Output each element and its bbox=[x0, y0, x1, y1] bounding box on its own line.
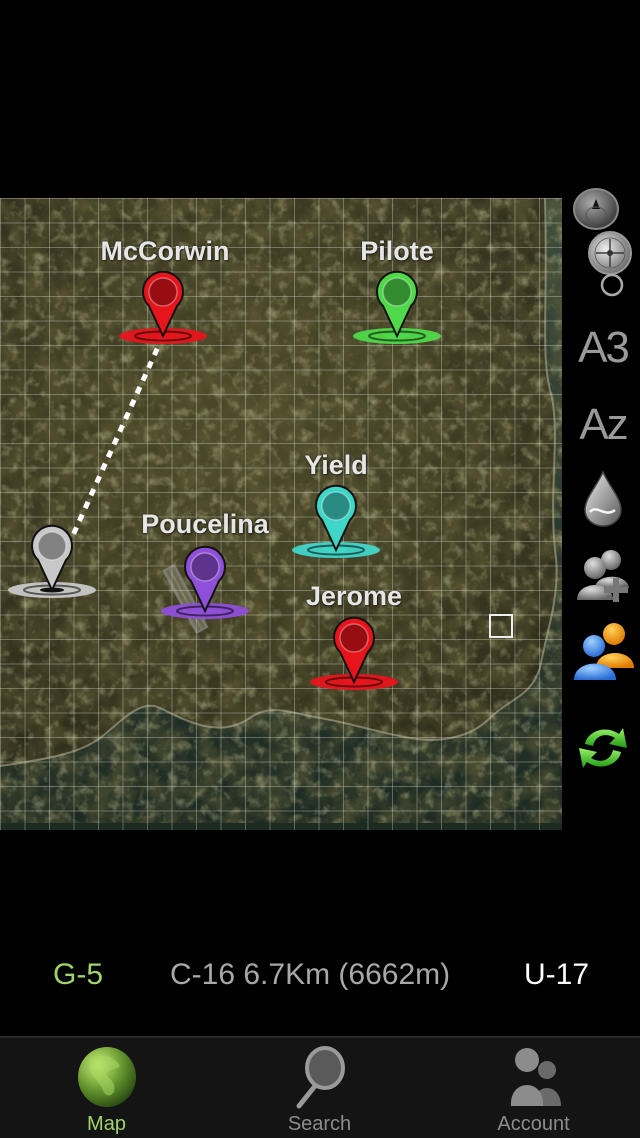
add-user-icon bbox=[577, 550, 629, 602]
compass-icon bbox=[573, 187, 632, 296]
map-pin-self[interactable] bbox=[7, 522, 97, 602]
map-pin-icon bbox=[310, 616, 398, 690]
map-pin-poucelina[interactable] bbox=[160, 543, 250, 623]
tab-account[interactable]: Account bbox=[427, 1038, 640, 1138]
tab-bar: Map Search Account bbox=[0, 1036, 640, 1138]
tab-map[interactable]: Map bbox=[0, 1038, 213, 1138]
drop-button[interactable] bbox=[572, 468, 634, 530]
map-pin-jerome[interactable] bbox=[309, 614, 399, 694]
map-pin-icon bbox=[292, 484, 380, 558]
map-pin-yield[interactable] bbox=[291, 482, 381, 562]
globe-icon bbox=[77, 1047, 136, 1107]
tab-search[interactable]: Search bbox=[213, 1038, 426, 1138]
status-bar: G-5 C-16 6.7Km (6662m) U-17 bbox=[0, 958, 640, 1002]
tab-account-label: Account bbox=[497, 1113, 570, 1135]
selected-cell-square[interactable] bbox=[489, 614, 513, 638]
map-pin-icon bbox=[119, 270, 207, 344]
name-labels-button[interactable]: Az bbox=[572, 395, 634, 455]
marker-overlay bbox=[47, 334, 166, 588]
map-pin-label-pilote: Pilote bbox=[360, 236, 434, 266]
users-button[interactable] bbox=[572, 618, 634, 684]
grid-coordinate-button[interactable]: A3 bbox=[572, 318, 634, 378]
map-pin-self-icon bbox=[8, 524, 96, 598]
map-pin-icon bbox=[353, 270, 441, 344]
map-pin-icon bbox=[161, 545, 249, 619]
map-pin-label-poucelina: Poucelina bbox=[141, 509, 269, 539]
map-pin-mccorwin[interactable] bbox=[118, 268, 208, 348]
tab-map-label: Map bbox=[87, 1113, 126, 1135]
grid-coordinate-icon: A3 bbox=[578, 323, 630, 372]
distance-readout: C-16 6.7Km (6662m) bbox=[170, 958, 451, 991]
tab-search-label: Search bbox=[287, 1113, 352, 1135]
current-cell-readout: G-5 bbox=[53, 958, 104, 991]
compass-button[interactable] bbox=[572, 185, 634, 300]
map-pin-pilote[interactable] bbox=[352, 268, 442, 348]
map-pin-label-mccorwin: McCorwin bbox=[100, 236, 230, 266]
magnifier-icon bbox=[296, 1046, 345, 1109]
map-view[interactable]: McCorwin Pilote Yield Poucelina Jerome bbox=[0, 198, 562, 830]
map-pin-label-yield: Yield bbox=[304, 450, 368, 480]
refresh-button[interactable] bbox=[572, 718, 634, 778]
refresh-icon bbox=[579, 728, 627, 768]
add-user-button[interactable] bbox=[572, 542, 634, 606]
text-label-icon: Az bbox=[579, 400, 628, 449]
water-drop-icon bbox=[584, 470, 622, 527]
map-pin-label-jerome: Jerome bbox=[305, 581, 403, 611]
target-cell-readout: U-17 bbox=[524, 958, 590, 991]
users-icon bbox=[574, 623, 634, 680]
account-icon bbox=[510, 1048, 561, 1106]
